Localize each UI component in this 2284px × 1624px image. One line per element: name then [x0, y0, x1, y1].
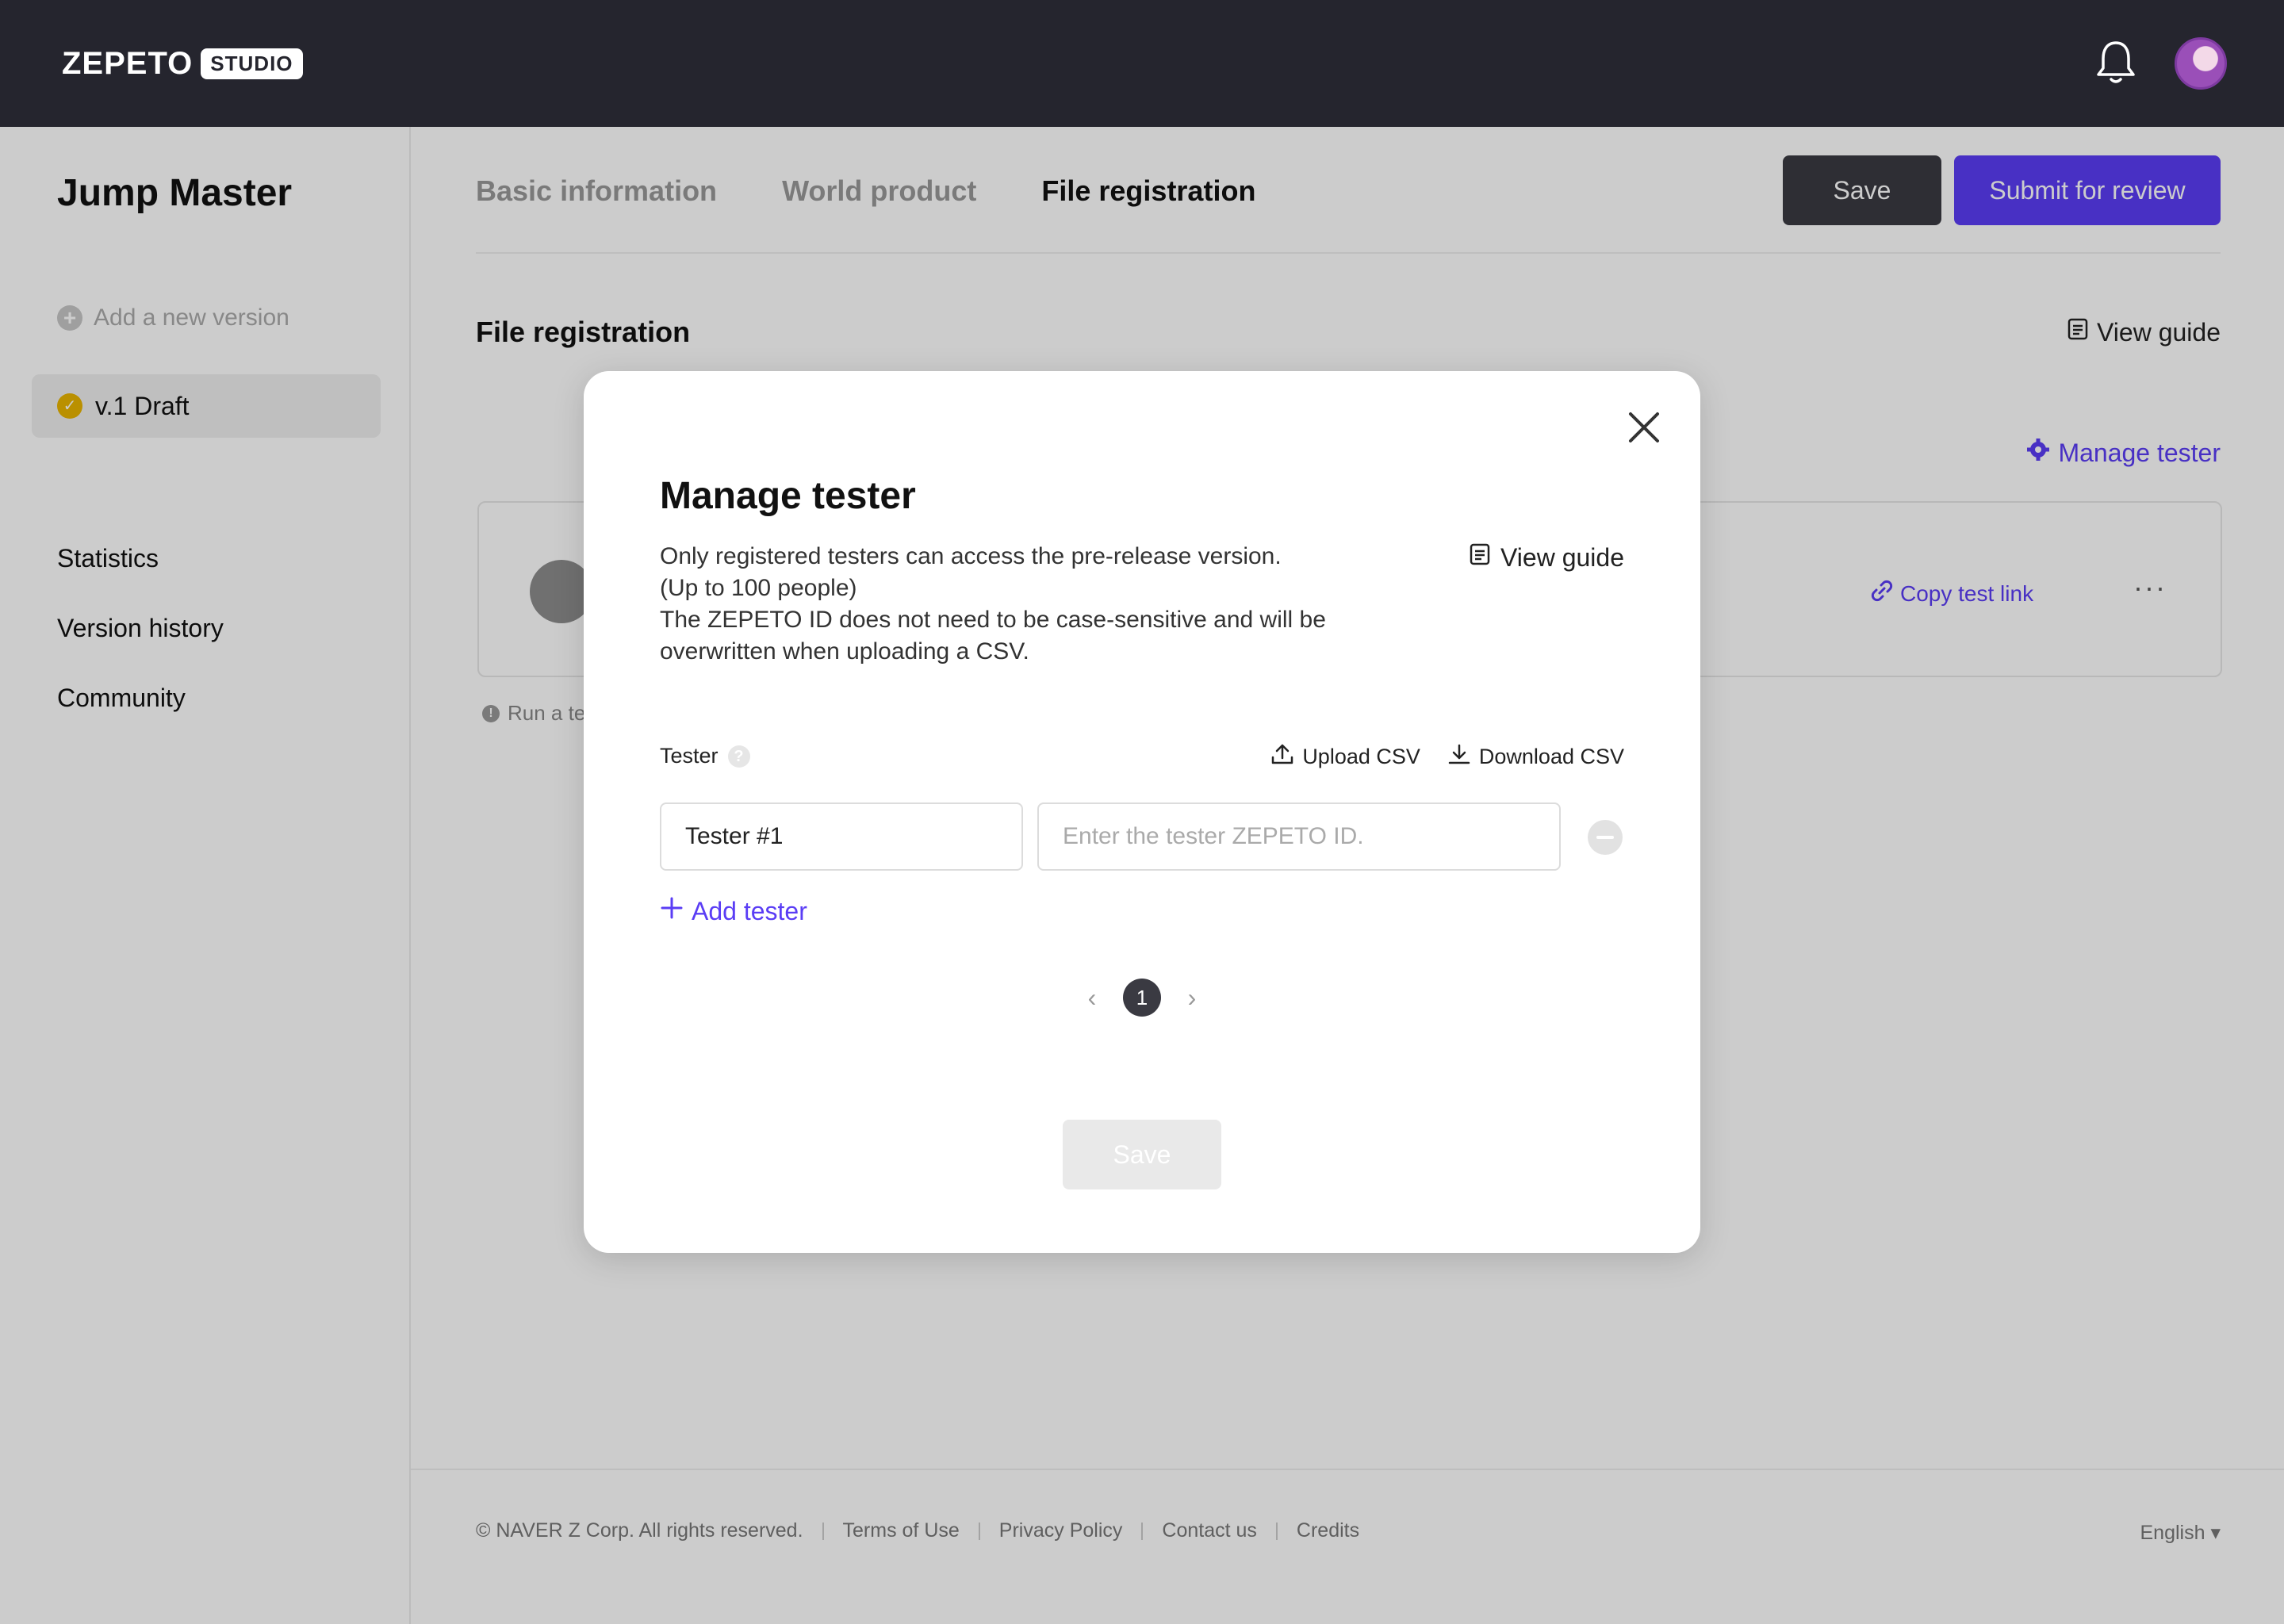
studio-badge: STUDIO: [201, 48, 303, 79]
modal-view-guide-link[interactable]: View guide: [1469, 542, 1624, 573]
upload-csv-label: Upload CSV: [1302, 745, 1420, 768]
zepeto-logo: ZEPETO: [62, 45, 194, 81]
modal-description: Only registered testers can access the p…: [660, 541, 1374, 668]
download-csv-label: Download CSV: [1478, 745, 1624, 768]
tester-name-field[interactable]: Tester #1: [660, 802, 1023, 871]
download-csv-button[interactable]: Download CSV: [1447, 742, 1624, 772]
upload-icon: [1270, 742, 1294, 772]
document-icon: [1469, 542, 1491, 573]
plus-icon: [660, 896, 684, 926]
modal-view-guide-label: View guide: [1500, 542, 1624, 572]
top-bar: ZEPETO STUDIO: [0, 0, 2284, 127]
remove-tester-button[interactable]: [1588, 820, 1623, 855]
csv-actions: Upload CSV Download CSV: [1270, 742, 1624, 772]
modal-save-button[interactable]: Save: [1063, 1120, 1221, 1189]
description-line: The ZEPETO ID does not need to be case-s…: [660, 607, 1326, 633]
chevron-left-icon[interactable]: ‹: [1082, 983, 1102, 1013]
description-line: (Up to 100 people): [660, 575, 857, 601]
tester-label: Tester ?: [660, 744, 750, 768]
avatar[interactable]: [2175, 37, 2227, 90]
help-icon[interactable]: ?: [727, 745, 750, 768]
bell-icon[interactable]: [2095, 38, 2136, 90]
minus-icon: [1596, 836, 1614, 839]
description-line: overwritten when uploading a CSV.: [660, 638, 1029, 665]
manage-tester-modal: Manage tester Only registered testers ca…: [584, 371, 1700, 1253]
tester-id-input[interactable]: [1037, 802, 1561, 871]
page-number[interactable]: 1: [1123, 979, 1161, 1017]
pagination: ‹ 1 ›: [1082, 979, 1202, 1017]
download-icon: [1447, 742, 1471, 772]
add-tester-button[interactable]: Add tester: [660, 896, 807, 926]
chevron-right-icon[interactable]: ›: [1182, 983, 1202, 1013]
add-tester-label: Add tester: [692, 896, 807, 925]
modal-title: Manage tester: [660, 475, 916, 517]
description-line: Only registered testers can access the p…: [660, 543, 1282, 569]
brand-logo[interactable]: ZEPETO STUDIO: [62, 46, 303, 82]
tester-label-text: Tester: [660, 744, 719, 768]
upload-csv-button[interactable]: Upload CSV: [1270, 742, 1420, 772]
close-icon[interactable]: [1624, 408, 1664, 447]
